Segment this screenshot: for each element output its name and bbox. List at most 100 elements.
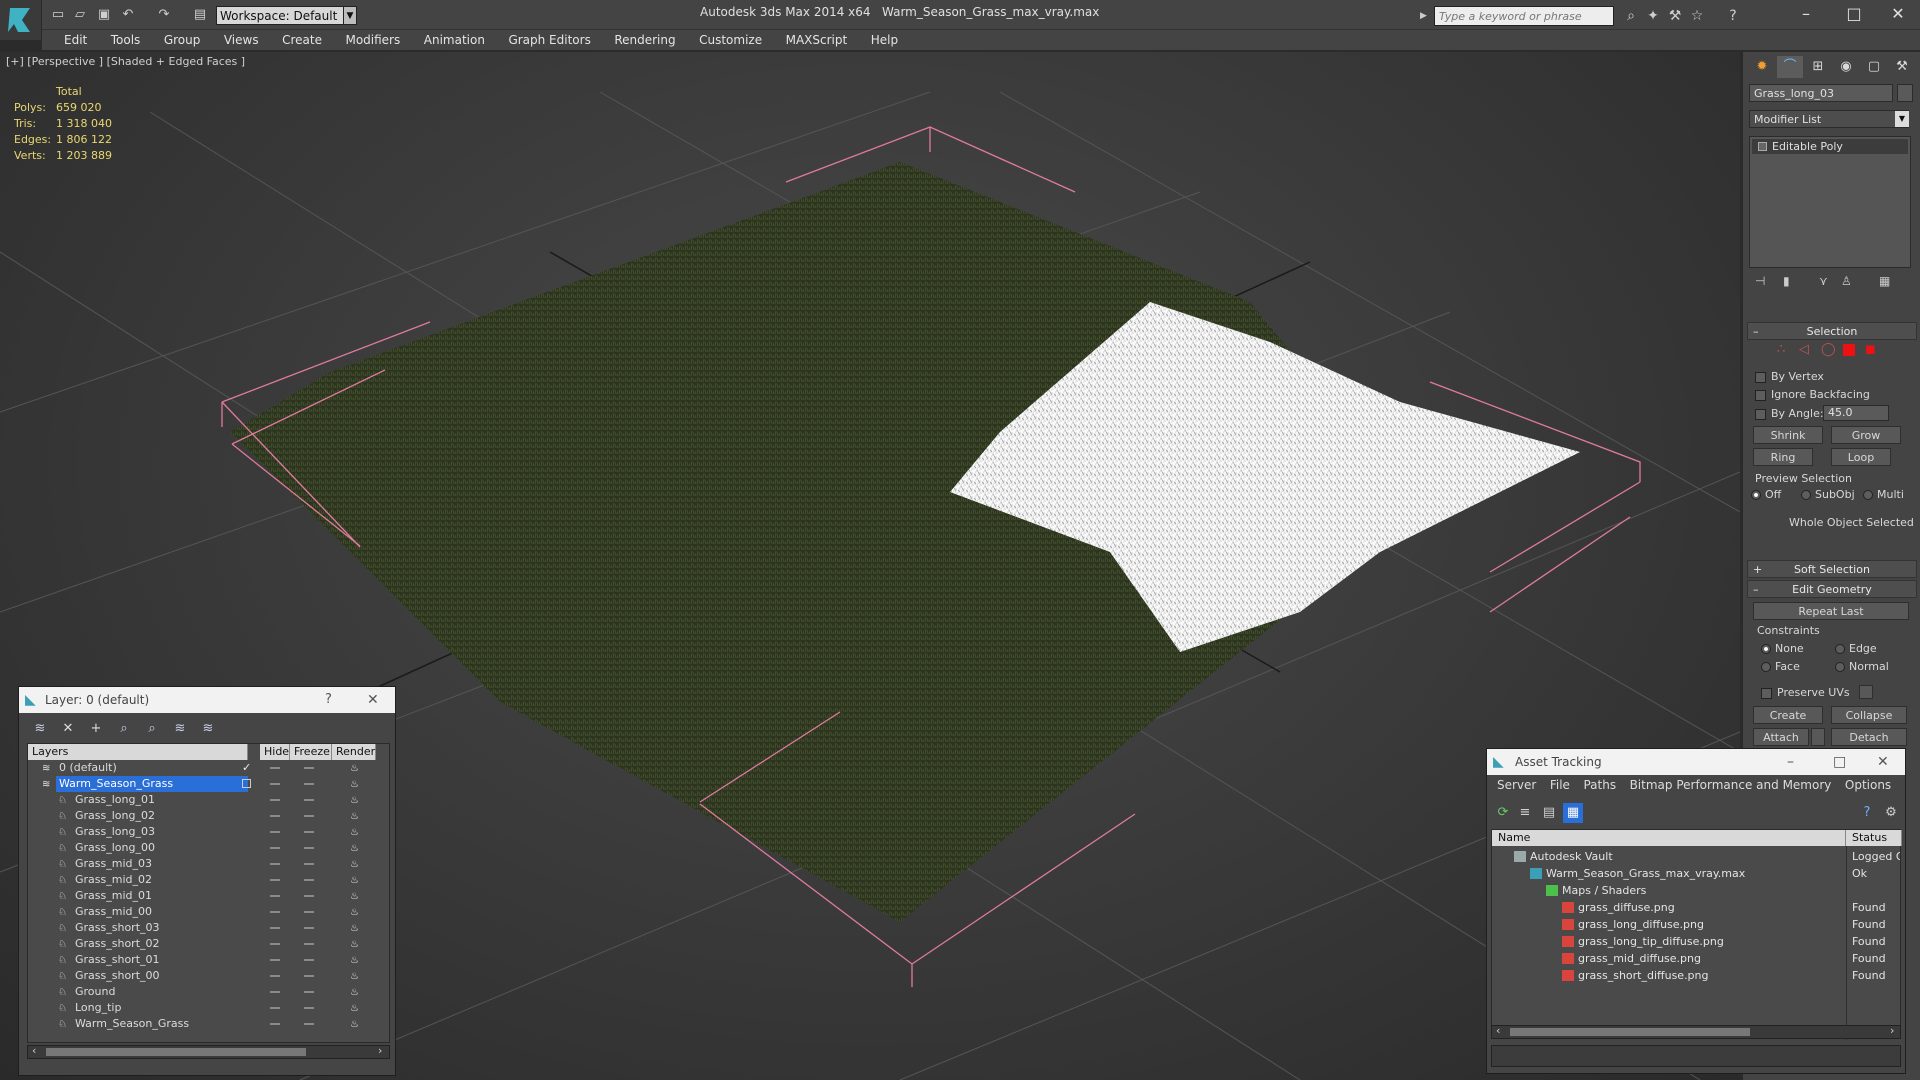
utilities-tab-icon[interactable]: ⚒	[1889, 56, 1915, 78]
layer-name[interactable]: Grass_mid_01	[72, 888, 252, 904]
hide-toggle[interactable]	[270, 847, 280, 849]
layer-row[interactable]: ≋ 0 (default) ✓ ♨	[28, 760, 391, 776]
hide-all-layers-icon[interactable]: ≋	[169, 719, 191, 739]
hide-toggle[interactable]	[270, 831, 280, 833]
table-view-icon[interactable]: ▤	[1539, 803, 1559, 823]
layer-row[interactable]: ≋ Warm_Season_Grass ♨	[28, 776, 391, 792]
set-current-layer-box-icon[interactable]	[242, 779, 251, 788]
grid-view-icon[interactable]: ▦	[1563, 803, 1583, 823]
make-unique-icon[interactable]: ⋎	[1819, 274, 1828, 288]
render-teapot-icon[interactable]: ♨	[350, 761, 359, 777]
asset-path-field[interactable]	[1491, 1045, 1901, 1067]
asset-row[interactable]: Autodesk Vault Logged O	[1492, 848, 1902, 865]
pin-stack-icon[interactable]: ⊣	[1755, 274, 1765, 288]
freeze-toggle[interactable]	[304, 959, 314, 961]
render-teapot-icon[interactable]: ♨	[350, 889, 359, 905]
configure-sets-icon[interactable]: ▦	[1879, 274, 1890, 288]
freeze-toggle[interactable]	[304, 783, 314, 785]
remove-modifier-icon[interactable]: ♙	[1841, 274, 1852, 288]
render-teapot-icon[interactable]: ♨	[350, 873, 359, 889]
help-icon[interactable]: ?	[1724, 7, 1742, 25]
layer-row[interactable]: ♘ Grass_short_01 ♨	[28, 952, 391, 968]
menu-create[interactable]: Create	[272, 30, 332, 50]
preview-multi-option[interactable]: Multi	[1863, 488, 1904, 501]
preserve-uvs-option[interactable]: Preserve UVs	[1761, 686, 1850, 699]
maximize-icon[interactable]: □	[1834, 2, 1874, 26]
column-status[interactable]: Status	[1846, 830, 1902, 846]
modify-tab-icon[interactable]: ⌒	[1777, 56, 1803, 78]
search-input[interactable]: Type a keyword or phrase	[1434, 6, 1614, 26]
border-mode-icon[interactable]: ◯	[1821, 342, 1836, 357]
freeze-toggle[interactable]	[304, 975, 314, 977]
create-tab-icon[interactable]: ✹	[1749, 56, 1775, 78]
app-logo-button[interactable]	[0, 0, 42, 40]
maximize-icon[interactable]: □	[1833, 749, 1846, 775]
layer-row[interactable]: ♘ Grass_long_02 ♨	[28, 808, 391, 824]
freeze-all-layers-icon[interactable]: ≋	[197, 719, 219, 739]
preview-off-radio[interactable]	[1751, 490, 1761, 500]
menu-tools[interactable]: Tools	[101, 30, 151, 50]
layer-row[interactable]: ♘ Grass_mid_02 ♨	[28, 872, 391, 888]
asset-row[interactable]: grass_diffuse.png Found	[1492, 899, 1902, 916]
constraint-none-radio[interactable]	[1761, 644, 1771, 654]
column-freeze[interactable]: Freeze	[290, 744, 332, 760]
by-angle-option[interactable]: By Angle:	[1755, 407, 1824, 420]
viewport-label[interactable]: [+] [Perspective ] [Shaded + Edged Faces…	[6, 55, 245, 68]
render-teapot-icon[interactable]: ♨	[350, 1017, 359, 1033]
layer-name[interactable]: Grass_long_03	[72, 824, 252, 840]
hide-toggle[interactable]	[270, 799, 280, 801]
layer-row[interactable]: ♘ Grass_short_02 ♨	[28, 936, 391, 952]
layer-name[interactable]: Grass_mid_00	[72, 904, 252, 920]
menu-views[interactable]: Views	[214, 30, 269, 50]
asset-menu-server[interactable]: Server	[1497, 775, 1536, 795]
menu-edit[interactable]: Edit	[54, 30, 97, 50]
render-teapot-icon[interactable]: ♨	[350, 793, 359, 809]
hide-toggle[interactable]	[270, 879, 280, 881]
layer-row[interactable]: ♘ Grass_long_00 ♨	[28, 840, 391, 856]
freeze-toggle[interactable]	[304, 815, 314, 817]
undo-icon[interactable]: ↶	[120, 7, 136, 23]
preserve-uvs-checkbox[interactable]	[1761, 687, 1772, 699]
layer-row[interactable]: ♘ Long_tip ♨	[28, 1000, 391, 1016]
layer-name[interactable]: Warm_Season_Grass	[56, 776, 248, 792]
attach-button[interactable]: Attach	[1753, 728, 1809, 746]
collapse-button[interactable]: Collapse	[1831, 706, 1907, 724]
element-mode-icon[interactable]: ◼	[1865, 342, 1876, 357]
edge-mode-icon[interactable]: ◁	[1799, 342, 1809, 357]
freeze-toggle[interactable]	[304, 831, 314, 833]
repeat-last-button[interactable]: Repeat Last	[1753, 602, 1909, 620]
hide-toggle[interactable]	[270, 895, 280, 897]
soft-selection-rollout[interactable]: + Soft Selection	[1747, 560, 1917, 578]
render-teapot-icon[interactable]: ♨	[350, 857, 359, 873]
freeze-toggle[interactable]	[304, 879, 314, 881]
freeze-toggle[interactable]	[304, 1023, 314, 1025]
hierarchy-tab-icon[interactable]: ⊞	[1805, 56, 1831, 78]
loop-button[interactable]: Loop	[1831, 448, 1891, 466]
layer-name[interactable]: Grass_mid_02	[72, 872, 252, 888]
asset-window-titlebar[interactable]: ◣ Asset Tracking – □ ✕	[1487, 749, 1905, 775]
project-folder-icon[interactable]: ▤	[192, 7, 208, 23]
preview-off-option[interactable]: Off	[1751, 488, 1781, 501]
menu-rendering[interactable]: Rendering	[604, 30, 685, 50]
hide-toggle[interactable]	[270, 783, 280, 785]
layer-row[interactable]: ♘ Ground ♨	[28, 984, 391, 1000]
hide-toggle[interactable]	[270, 815, 280, 817]
scroll-left-icon[interactable]: ‹	[32, 1044, 36, 1057]
favorites-star-icon[interactable]: ☆	[1688, 7, 1706, 25]
render-teapot-icon[interactable]: ♨	[350, 809, 359, 825]
object-color-swatch[interactable]	[1897, 84, 1913, 102]
asset-row[interactable]: Maps / Shaders	[1492, 882, 1902, 899]
hide-toggle[interactable]	[270, 991, 280, 993]
column-render[interactable]: Render	[332, 744, 376, 760]
freeze-toggle[interactable]	[304, 943, 314, 945]
preview-multi-radio[interactable]	[1863, 490, 1873, 500]
asset-menu-options[interactable]: Options	[1845, 775, 1891, 795]
layer-name[interactable]: Grass_long_00	[72, 840, 252, 856]
motion-tab-icon[interactable]: ◉	[1833, 56, 1859, 78]
show-end-result-icon[interactable]: ▮	[1783, 274, 1790, 288]
constraint-edge-option[interactable]: Edge	[1835, 642, 1877, 655]
layer-window-titlebar[interactable]: ◣ Layer: 0 (default) ? ✕	[19, 687, 395, 713]
ignore-backfacing-option[interactable]: Ignore Backfacing	[1755, 388, 1870, 401]
freeze-toggle[interactable]	[304, 927, 314, 929]
layer-row[interactable]: ♘ Grass_mid_03 ♨	[28, 856, 391, 872]
